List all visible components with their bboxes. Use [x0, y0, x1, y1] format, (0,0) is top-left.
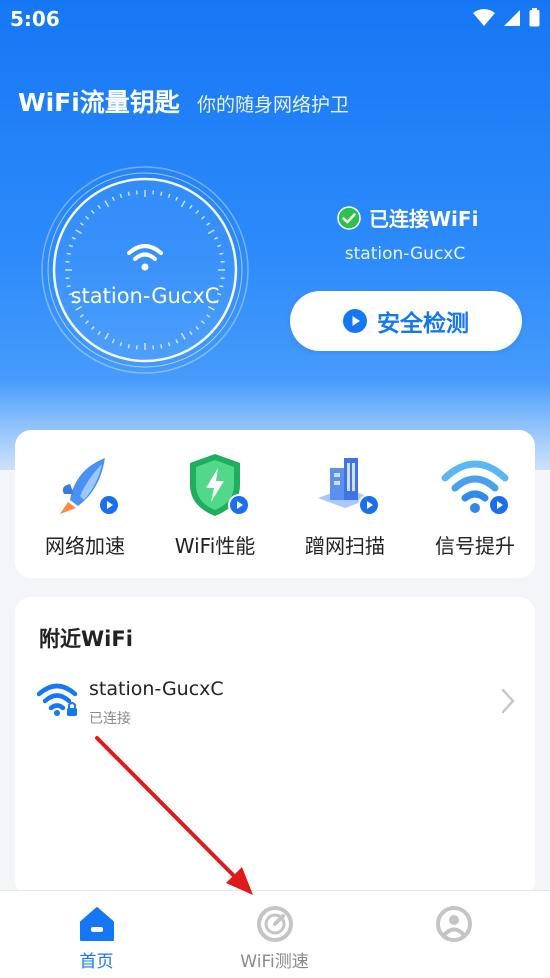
- play-badge-icon: [98, 494, 120, 516]
- nav-label: 首页: [5, 947, 188, 972]
- security-scan-button[interactable]: 安全检测: [290, 291, 522, 351]
- dial-ssid: station-GucxC: [40, 284, 250, 308]
- connection-status: 已连接WiFi: [337, 203, 478, 232]
- tab-wifi-speedtest[interactable]: WiFi测速: [183, 891, 366, 978]
- tool-network-speedup[interactable]: 网络加速: [25, 450, 145, 559]
- tools-card: 网络加速 WiFi性能 蹭网扫描: [15, 430, 535, 578]
- status-bar: 5:06: [0, 0, 550, 38]
- wifi-status-icon: [473, 9, 495, 27]
- tool-wifi-performance[interactable]: WiFi性能: [155, 450, 275, 559]
- play-badge-icon: [228, 494, 250, 516]
- app-subtitle: 你的随身网络护卫: [197, 90, 349, 117]
- play-badge-icon: [488, 494, 510, 516]
- home-icon: [78, 905, 116, 943]
- play-badge-icon: [358, 494, 380, 516]
- chevron-right-icon: [501, 688, 515, 714]
- profile-icon: [435, 905, 473, 943]
- tab-home[interactable]: 首页: [5, 891, 188, 978]
- wifi-icon: [127, 242, 163, 272]
- cell-signal-icon: [503, 9, 521, 27]
- building-scan-icon: [310, 450, 380, 520]
- security-scan-label: 安全检测: [377, 304, 469, 338]
- wifi-signal-icon: [440, 450, 510, 520]
- wifi-status: 已连接: [89, 708, 131, 728]
- connected-ssid: station-GucxC: [300, 244, 510, 264]
- tool-signal-boost[interactable]: 信号提升: [415, 450, 535, 559]
- nearby-title: 附近WiFi: [39, 623, 133, 653]
- wifi-name: station-GucxC: [89, 678, 224, 700]
- list-item[interactable]: station-GucxC 已连接: [15, 671, 535, 741]
- rocket-icon: [50, 450, 120, 520]
- speedometer-icon: [256, 905, 294, 943]
- tool-label: 信号提升: [415, 530, 535, 559]
- app-title: WiFi流量钥匙: [18, 83, 180, 119]
- tool-label: WiFi性能: [155, 530, 275, 559]
- connection-status-label: 已连接WiFi: [369, 203, 478, 232]
- bottom-nav: 首页 WiFi测速: [0, 890, 550, 978]
- battery-icon: [529, 8, 540, 27]
- nav-label: WiFi测速: [183, 947, 366, 972]
- wifi-lock-icon: [37, 681, 79, 717]
- status-time: 5:06: [10, 7, 60, 31]
- tool-label: 网络加速: [25, 530, 145, 559]
- tool-freeloader-scan[interactable]: 蹭网扫描: [285, 450, 405, 559]
- tab-profile[interactable]: [362, 891, 545, 978]
- nearby-wifi-card: 附近WiFi station-GucxC 已连接: [15, 597, 535, 897]
- tool-label: 蹭网扫描: [285, 530, 405, 559]
- check-circle-icon: [337, 206, 361, 230]
- wifi-dial[interactable]: station-GucxC: [40, 165, 250, 375]
- shield-bolt-icon: [180, 450, 250, 520]
- play-circle-icon: [343, 309, 367, 333]
